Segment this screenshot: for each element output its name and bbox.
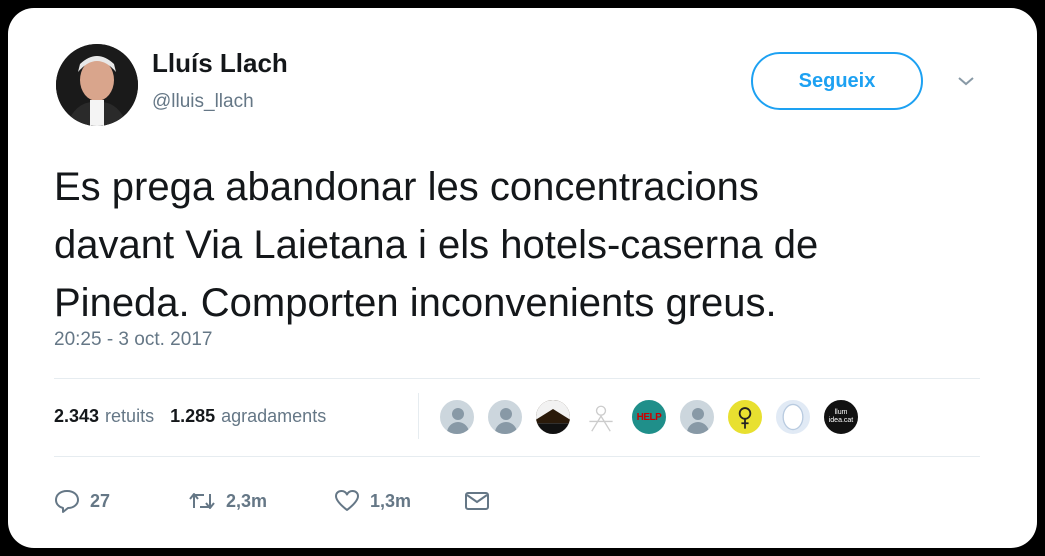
tweet-card: Lluís Llach @lluis_llach Segueix Es preg… xyxy=(8,8,1037,548)
retweets-count: 2.343 xyxy=(54,405,100,426)
like-count: 1,3m xyxy=(370,490,412,511)
direct-message-button[interactable] xyxy=(464,486,490,516)
retweet-count: 2,3m xyxy=(226,490,268,511)
engagement-stats: 2.343 retuits 1.285 agradaments xyxy=(54,404,342,428)
liker-avatar[interactable] xyxy=(774,398,812,436)
divider xyxy=(54,456,980,457)
liker-avatar[interactable] xyxy=(438,398,476,436)
tweet-line: davant Via Laietana i els hotels-caserna… xyxy=(54,223,819,267)
help-logo-text: HELP xyxy=(636,411,662,423)
tweet-line: Pineda. Comporten inconvenients greus. xyxy=(54,281,777,325)
retweets-label: retuits xyxy=(105,405,155,426)
avatar[interactable] xyxy=(56,44,138,126)
like-button[interactable]: 1,3m xyxy=(334,486,411,516)
tweet-line: Es prega abandonar les concentracions xyxy=(54,165,759,209)
likes-count: 1.285 xyxy=(170,405,216,426)
reply-count: 27 xyxy=(90,490,111,511)
liker-avatar[interactable]: llum idea.cat xyxy=(822,398,860,436)
liker-avatar[interactable] xyxy=(678,398,716,436)
tweet-timestamp[interactable]: 20:25 - 3 oct. 2017 xyxy=(54,329,212,351)
liker-avatar[interactable] xyxy=(486,398,524,436)
heart-icon xyxy=(335,490,359,511)
liker-avatar[interactable] xyxy=(582,398,620,436)
chevron-down-icon[interactable] xyxy=(956,74,976,88)
follow-button[interactable]: Segueix xyxy=(751,52,923,110)
retweet-icon xyxy=(189,493,215,509)
author-handle[interactable]: @lluis_llach xyxy=(152,91,254,113)
tweet-text: Es prega abandonar les concentracions da… xyxy=(54,158,984,332)
liker-avatar[interactable] xyxy=(726,398,764,436)
retweets-stat[interactable]: 2.343 retuits xyxy=(54,406,154,427)
author-name[interactable]: Lluís Llach xyxy=(152,48,288,79)
liker-avatar[interactable] xyxy=(534,398,572,436)
retweet-button[interactable]: 2,3m xyxy=(188,486,267,516)
envelope-icon xyxy=(465,492,489,510)
reply-button[interactable]: 27 xyxy=(54,486,110,516)
avatar-logo-text: llum idea.cat xyxy=(828,409,854,424)
likes-label: agradaments xyxy=(221,405,327,426)
likes-stat[interactable]: 1.285 agradaments xyxy=(170,406,326,427)
reply-icon xyxy=(55,490,79,513)
stats-separator xyxy=(418,393,419,439)
divider xyxy=(54,378,980,379)
liker-avatar[interactable]: HELP xyxy=(630,398,668,436)
